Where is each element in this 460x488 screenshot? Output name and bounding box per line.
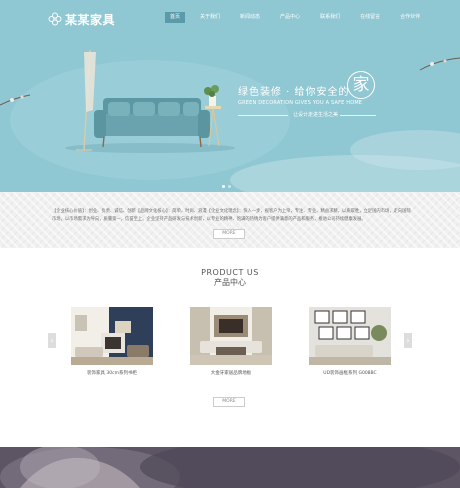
product-caption: UD装饰画框系列 G008BC (323, 371, 377, 376)
hero-illustration (0, 49, 460, 192)
carousel-next-button[interactable]: › (404, 333, 412, 348)
product-card[interactable]: UD装饰画框系列 G008BC (309, 307, 391, 376)
slider-dots (222, 185, 231, 188)
product-image (190, 307, 272, 365)
product-caption: 大金牙家居品牌地板 (210, 371, 252, 376)
slider-dot[interactable] (228, 185, 231, 188)
logo-text: 某某家具 (65, 12, 116, 27)
hero-sub-slogan: 让设计走进生活之美 (293, 112, 339, 118)
nav-item-home[interactable]: 首页 (165, 12, 186, 23)
nav-item-about[interactable]: 关于我们 (195, 12, 225, 23)
products-more-button[interactable]: MORE (213, 397, 245, 407)
product-card[interactable]: 装饰家具 30cm系列书柜 (71, 307, 153, 376)
carousel-prev-button[interactable]: ‹ (48, 333, 56, 348)
bottom-banner-image (0, 447, 460, 488)
product-image (71, 307, 153, 365)
nav-item-message[interactable]: 在线留言 (355, 12, 385, 23)
hero-slogan: 绿色装修 · 给你安全的 (238, 87, 350, 98)
product-caption: 装饰家具 30cm系列书柜 (86, 371, 137, 376)
hero-slogan-char: 家 (347, 71, 375, 99)
nav-item-products[interactable]: 产品中心 (275, 12, 305, 23)
hero-slogan-english: GREEN DECORATION GIVES YOU A SAFE HOME (238, 100, 363, 106)
product-card[interactable]: 大金牙家居品牌地板 (190, 307, 272, 376)
site-logo[interactable]: 某某家具 (48, 10, 115, 28)
company-intro: 【企业核心价值】：创业、负责、诚信、创新【品牌文化核心】：简单、时尚、浪漫【企业… (0, 192, 460, 248)
hero-banner: 某某家具 首页 关于我们 新闻动态 产品中心 联系我们 在线留言 合作伙伴 绿色… (0, 0, 460, 192)
section-title: 产品中心 (214, 278, 246, 287)
intro-text: 【企业核心价值】：创业、负责、诚信、创新【品牌文化核心】：简单、时尚、浪漫【企业… (52, 209, 411, 222)
product-image (309, 307, 391, 365)
slogan-divider-left (238, 115, 288, 116)
nav-item-contact[interactable]: 联系我们 (315, 12, 345, 23)
section-title-english: PRODUCT US (201, 268, 259, 277)
product-section: PRODUCT US 产品中心 ‹ › 装饰家具 30cm系列书柜 大金牙家居品… (0, 248, 460, 444)
nav-item-news[interactable]: 新闻动态 (235, 12, 265, 23)
slider-dot[interactable] (222, 185, 225, 188)
logo-flower-icon (48, 12, 62, 26)
nav-item-partners[interactable]: 合作伙伴 (395, 12, 425, 23)
slogan-divider-right (340, 115, 376, 116)
main-nav: 首页 关于我们 新闻动态 产品中心 联系我们 在线留言 合作伙伴 (165, 12, 435, 23)
intro-more-button[interactable]: MORE (213, 229, 245, 239)
bottom-banner (0, 447, 460, 488)
